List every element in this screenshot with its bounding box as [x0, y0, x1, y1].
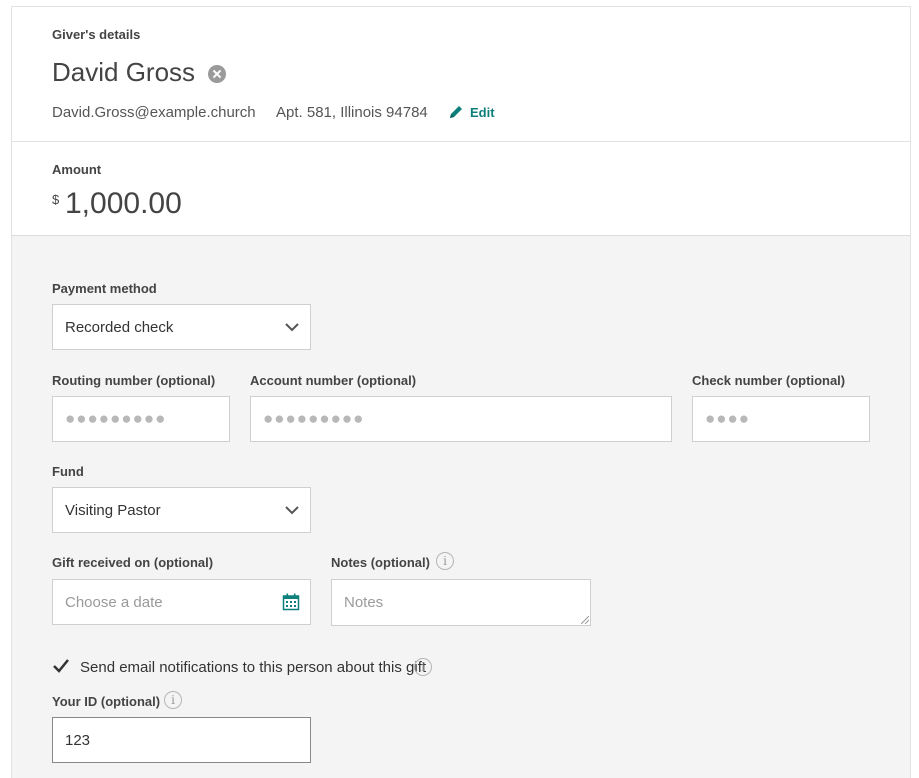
gift-form-panel: Giver's details David Gross David.Gross@… [11, 6, 911, 778]
payment-method-value: Recorded check [65, 318, 174, 336]
currency-symbol: $ [52, 192, 60, 207]
check-number-input[interactable]: ●●●● [692, 396, 870, 442]
resize-handle-icon[interactable] [581, 616, 589, 624]
your-id-info-icon[interactable]: i [164, 691, 182, 709]
account-number-label: Account number (optional) [250, 373, 417, 388]
your-id-input[interactable]: 123 [52, 717, 311, 763]
account-number-value: ●●●●●●●●● [263, 409, 365, 428]
your-id-value: 123 [65, 731, 91, 749]
edit-label: Edit [470, 104, 495, 120]
notes-info-icon[interactable]: i [436, 552, 454, 570]
email-notify-info-icon[interactable]: i [414, 658, 432, 676]
notes-label: Notes (optional) [331, 555, 430, 570]
pencil-icon [450, 106, 462, 118]
payment-method-select[interactable]: Recorded check [52, 304, 311, 350]
email-notify-checkbox[interactable] [52, 657, 70, 675]
account-number-input[interactable]: ●●●●●●●●● [250, 396, 672, 442]
email-notify-label: Send email notifications to this person … [80, 659, 427, 676]
chevron-down-icon [285, 323, 299, 332]
notes-textarea[interactable]: Notes [331, 579, 591, 626]
gift-received-label: Gift received on (optional) [52, 555, 214, 570]
fund-label: Fund [52, 464, 84, 479]
calendar-icon[interactable] [282, 593, 300, 611]
fund-select[interactable]: Visiting Pastor [52, 487, 311, 533]
notes-placeholder: Notes [344, 594, 384, 611]
chevron-down-icon [285, 506, 299, 515]
edit-giver-button[interactable]: Edit [448, 104, 495, 120]
check-number-label: Check number (optional) [692, 373, 846, 388]
routing-number-label: Routing number (optional) [52, 373, 216, 388]
amount-label: Amount [52, 162, 102, 177]
clear-giver-icon[interactable] [208, 65, 226, 83]
date-placeholder: Choose a date [65, 593, 163, 611]
your-id-label: Your ID (optional) [52, 694, 161, 709]
giver-name: David Gross [52, 57, 196, 87]
giver-address: Apt. 581, Illinois 94784 [276, 104, 428, 121]
giver-details-label: Giver's details [52, 27, 141, 42]
routing-number-value: ●●●●●●●●● [65, 409, 167, 428]
payment-method-label: Payment method [52, 281, 157, 296]
amount-section: Amount $ 1,000.00 [12, 142, 910, 236]
gift-received-date-input[interactable]: Choose a date [52, 579, 311, 625]
fund-value: Visiting Pastor [65, 501, 161, 519]
check-number-value: ●●●● [705, 409, 751, 428]
giver-email: David.Gross@example.church [52, 104, 256, 121]
giver-details-section: Giver's details David Gross David.Gross@… [12, 7, 910, 142]
routing-number-input[interactable]: ●●●●●●●●● [52, 396, 230, 442]
amount-value: 1,000.00 [65, 187, 182, 220]
